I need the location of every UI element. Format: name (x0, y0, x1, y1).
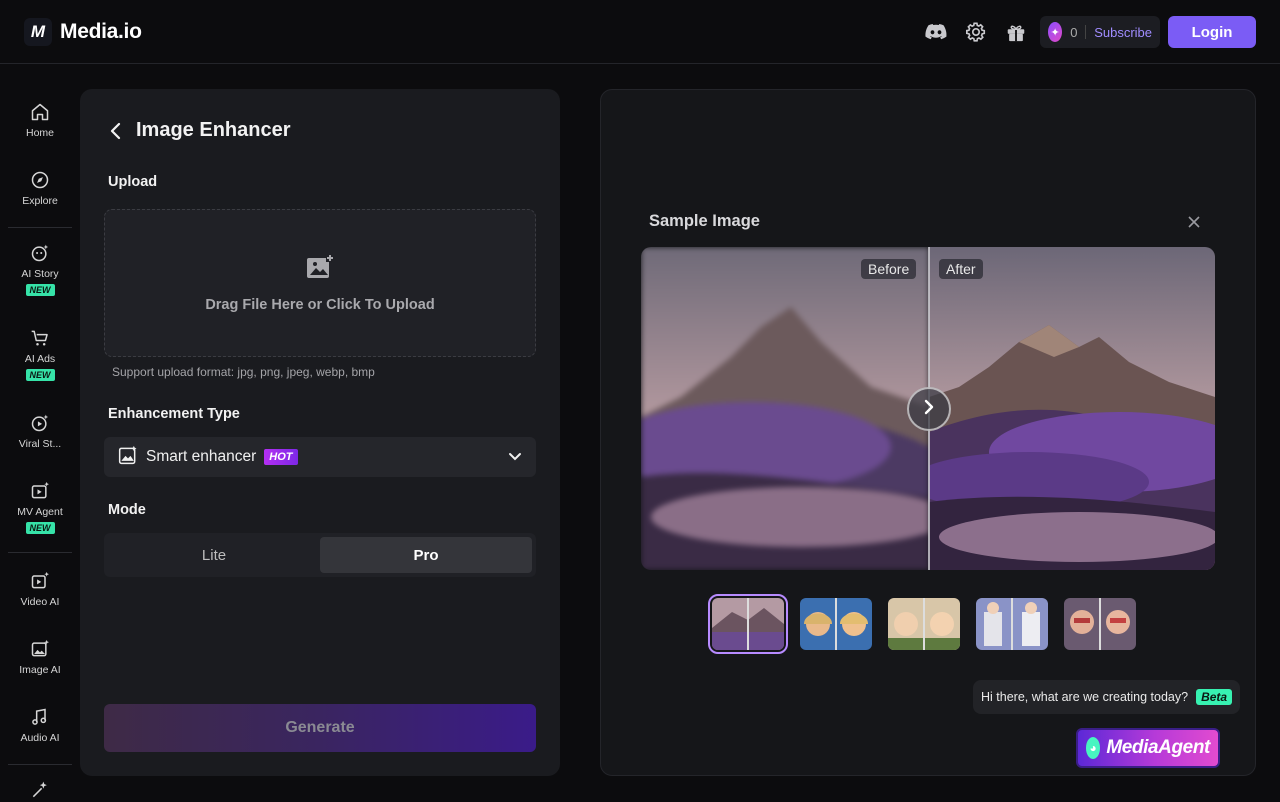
sidebar-label: MV Agent (17, 506, 63, 518)
sidebar-divider (8, 764, 72, 765)
image-ai-icon (28, 637, 52, 661)
separator (1085, 25, 1087, 39)
beta-badge: Beta (1196, 689, 1233, 705)
sidebar-item-ai-story[interactable]: AI Story NEW (8, 241, 72, 296)
sidebar-item-explore[interactable]: Explore (8, 168, 72, 207)
home-icon (28, 100, 52, 124)
credits-subscribe[interactable]: ✦ 0 Subscribe (1040, 16, 1160, 48)
sidebar-divider (8, 552, 72, 553)
media-agent-button[interactable]: ◕ MediaAgent (1076, 728, 1220, 768)
sidebar-label: Explore (22, 195, 58, 207)
tool-panel (80, 89, 560, 776)
sidebar-item-viral-stories[interactable]: Viral St... (8, 411, 72, 450)
credit-count: 0 (1070, 24, 1078, 40)
sparkle-wand-icon (28, 778, 52, 802)
logo-mark: M (24, 18, 52, 46)
add-image-icon (306, 253, 334, 285)
video-ai-icon (28, 569, 52, 593)
new-badge: NEW (25, 369, 55, 381)
sidebar-divider (8, 227, 72, 228)
mode-pro[interactable]: Pro (320, 537, 532, 573)
logo[interactable]: M Media.io (24, 18, 142, 46)
sidebar-item-image-ai[interactable]: Image AI (8, 637, 72, 676)
upload-dropzone[interactable]: Drag File Here or Click To Upload (104, 209, 536, 357)
sidebar: Home Explore AI Story NEW AI Ads NEW Vir… (0, 64, 80, 800)
agent-face-icon: ◕ (1086, 737, 1101, 759)
before-tag: Before (861, 259, 917, 279)
assistant-greeting: Hi there, what are we creating today? (981, 690, 1189, 704)
mode-lite[interactable]: Lite (108, 537, 320, 573)
settings-icon[interactable] (964, 20, 988, 44)
new-badge: NEW (25, 522, 55, 534)
mv-agent-icon (28, 479, 52, 503)
new-badge: NEW (25, 284, 55, 296)
viral-icon (28, 411, 52, 435)
compass-icon (28, 168, 52, 192)
sidebar-item-ai-ads[interactable]: AI Ads NEW (8, 326, 72, 381)
top-bar: M Media.io ✦ 0 Subscribe Login (0, 0, 1280, 64)
mode-toggle: Lite Pro (104, 533, 536, 577)
upload-format-hint: Support upload format: jpg, png, jpeg, w… (112, 365, 375, 379)
sample-thumbnails (708, 594, 1136, 654)
sidebar-item-more[interactable] (8, 778, 72, 802)
upload-text: Drag File Here or Click To Upload (205, 296, 435, 313)
sidebar-label: Image AI (19, 664, 61, 676)
enhancement-type-select[interactable]: Smart enhancer HOT (104, 437, 536, 477)
sidebar-item-mv-agent[interactable]: MV Agent NEW (8, 479, 72, 534)
magic-image-icon (118, 445, 138, 470)
credit-gem-icon: ✦ (1048, 22, 1063, 42)
sidebar-item-home[interactable]: Home (8, 100, 72, 139)
sidebar-label: AI Ads (24, 353, 56, 365)
sidebar-label: Video AI (20, 596, 60, 608)
enhancement-type-label: Enhancement Type (108, 406, 240, 422)
upload-label: Upload (108, 174, 158, 190)
ai-story-icon (28, 241, 52, 265)
after-tag: After (939, 259, 983, 279)
sidebar-label: Home (25, 127, 54, 139)
sample-thumb-3[interactable] (888, 598, 960, 650)
sidebar-item-audio-ai[interactable]: Audio AI (8, 705, 72, 744)
media-agent-label: MediaAgent (1106, 737, 1210, 758)
generate-button[interactable]: Generate (104, 704, 536, 752)
before-after-compare[interactable]: Before After (641, 247, 1215, 570)
mode-label: Mode (108, 502, 146, 518)
chevron-down-icon (508, 448, 522, 466)
sample-thumb-5[interactable] (1064, 598, 1136, 650)
compare-handle[interactable] (907, 387, 951, 431)
login-button[interactable]: Login (1168, 16, 1256, 48)
gift-icon[interactable] (1004, 20, 1028, 44)
sample-thumb-1[interactable] (708, 594, 788, 654)
after-image (929, 247, 1215, 570)
chevron-right-icon (922, 398, 936, 421)
audio-ai-icon (28, 705, 52, 729)
cart-icon (28, 326, 52, 350)
sidebar-item-video-ai[interactable]: Video AI (8, 569, 72, 608)
page-title: Image Enhancer (136, 119, 291, 141)
sidebar-label: Viral St... (18, 438, 62, 450)
sample-image-title: Sample Image (649, 212, 760, 230)
assistant-greeting-bubble[interactable]: Hi there, what are we creating today? Be… (973, 680, 1241, 714)
discord-icon[interactable] (924, 20, 948, 44)
sample-thumb-4[interactable] (976, 598, 1048, 650)
back-arrow-icon[interactable] (106, 120, 126, 142)
close-icon[interactable] (1186, 214, 1202, 230)
logo-text: Media.io (60, 20, 142, 43)
sidebar-label: AI Story (21, 268, 59, 280)
before-image (641, 247, 929, 570)
enhancement-type-value: Smart enhancer (146, 448, 257, 465)
sidebar-label: Audio AI (20, 732, 60, 744)
subscribe-link[interactable]: Subscribe (1094, 25, 1152, 40)
hot-badge: HOT (264, 449, 298, 465)
sample-thumb-2[interactable] (800, 598, 872, 650)
